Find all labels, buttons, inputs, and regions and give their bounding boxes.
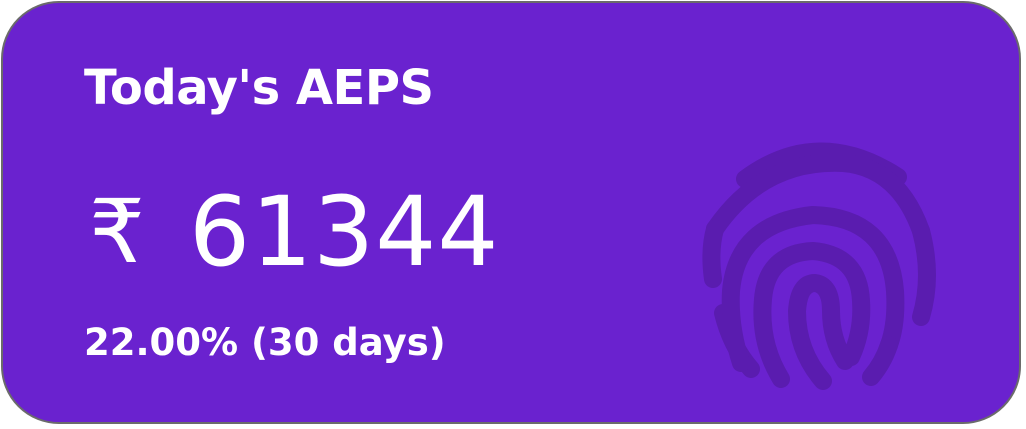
fingerprint-icon bbox=[702, 142, 936, 390]
aeps-summary-card: Today's AEPS ₹ 61344 22.00% (30 days) bbox=[1, 1, 1021, 424]
change-percentage: 22.00% (30 days) bbox=[84, 321, 446, 364]
card-title: Today's AEPS bbox=[84, 60, 434, 116]
amount-display: ₹ 61344 bbox=[89, 177, 499, 287]
currency-symbol: ₹ bbox=[89, 180, 145, 283]
amount-value: 61344 bbox=[189, 176, 500, 288]
